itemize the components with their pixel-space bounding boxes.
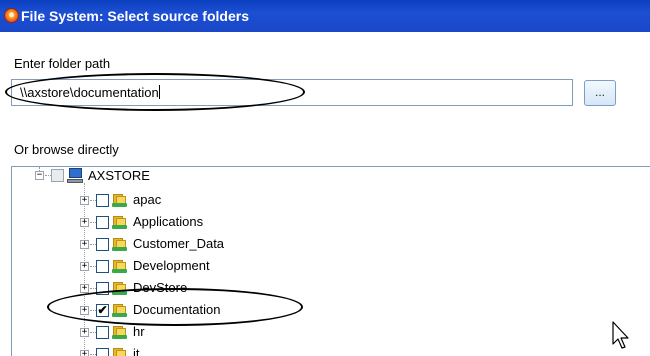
expand-icon[interactable]: + <box>80 218 89 227</box>
expand-icon[interactable]: + <box>80 262 89 271</box>
expand-icon[interactable]: + <box>80 350 89 356</box>
tree-row-root[interactable]: − AXSTORE <box>12 167 612 189</box>
hr-checkbox[interactable] <box>96 326 109 339</box>
app-icon <box>4 8 19 23</box>
shared-folder-icon <box>112 237 127 251</box>
shared-folder-icon <box>112 193 127 207</box>
tree-item-label: apac <box>133 192 162 207</box>
tree-row-it[interactable]: + it <box>12 343 612 356</box>
shared-folder-icon <box>112 347 127 356</box>
tree-item-label: DevStore <box>133 280 188 295</box>
expand-icon[interactable]: + <box>80 240 89 249</box>
tree-item-label: Development <box>133 258 210 273</box>
tree-item-label: AXSTORE <box>88 168 150 183</box>
folder-path-input[interactable]: \\axstore\documentation <box>11 79 573 106</box>
development-checkbox[interactable] <box>96 260 109 273</box>
customer-data-checkbox[interactable] <box>96 238 109 251</box>
tree-row-apac[interactable]: + apac <box>12 189 612 211</box>
folder-tree[interactable]: − AXSTORE + apac + Applications + Custom… <box>11 166 650 356</box>
shared-folder-icon <box>112 303 127 317</box>
collapse-icon[interactable]: − <box>35 171 44 180</box>
window-title: File System: Select source folders <box>21 8 249 24</box>
tree-row-hr[interactable]: + hr <box>12 321 612 343</box>
root-checkbox[interactable] <box>51 169 64 182</box>
tree-row-applications[interactable]: + Applications <box>12 211 612 233</box>
tree-row-devstore[interactable]: + DevStore <box>12 277 612 299</box>
tree-row-development[interactable]: + Development <box>12 255 612 277</box>
computer-icon <box>67 168 83 183</box>
expand-icon[interactable]: + <box>80 306 89 315</box>
documentation-checkbox[interactable]: ✔ <box>96 304 109 317</box>
folder-path-label: Enter folder path <box>14 56 111 71</box>
apac-checkbox[interactable] <box>96 194 109 207</box>
shared-folder-icon <box>112 259 127 273</box>
browse-button[interactable]: ... <box>584 80 616 106</box>
expand-icon[interactable]: + <box>80 284 89 293</box>
tree-item-label: Applications <box>133 214 204 229</box>
tree-item-label: Customer_Data <box>133 236 225 251</box>
browse-directly-label: Or browse directly <box>14 142 119 157</box>
text-caret <box>158 85 160 99</box>
tree-item-label: hr <box>133 324 145 339</box>
title-bar[interactable]: File System: Select source folders <box>0 0 650 32</box>
shared-folder-icon <box>112 325 127 339</box>
tree-item-label: it <box>133 346 140 356</box>
tree-row-documentation[interactable]: + ✔ Documentation <box>12 299 612 321</box>
shared-folder-icon <box>112 281 127 295</box>
it-checkbox[interactable] <box>96 348 109 356</box>
applications-checkbox[interactable] <box>96 216 109 229</box>
shared-folder-icon <box>112 215 127 229</box>
tree-row-customer-data[interactable]: + Customer_Data <box>12 233 612 255</box>
tree-item-label: Documentation <box>133 302 221 317</box>
mouse-pointer-icon <box>612 321 629 349</box>
expand-icon[interactable]: + <box>80 196 89 205</box>
devstore-checkbox[interactable] <box>96 282 109 295</box>
expand-icon[interactable]: + <box>80 328 89 337</box>
folder-path-value: \\axstore\documentation <box>20 85 159 100</box>
